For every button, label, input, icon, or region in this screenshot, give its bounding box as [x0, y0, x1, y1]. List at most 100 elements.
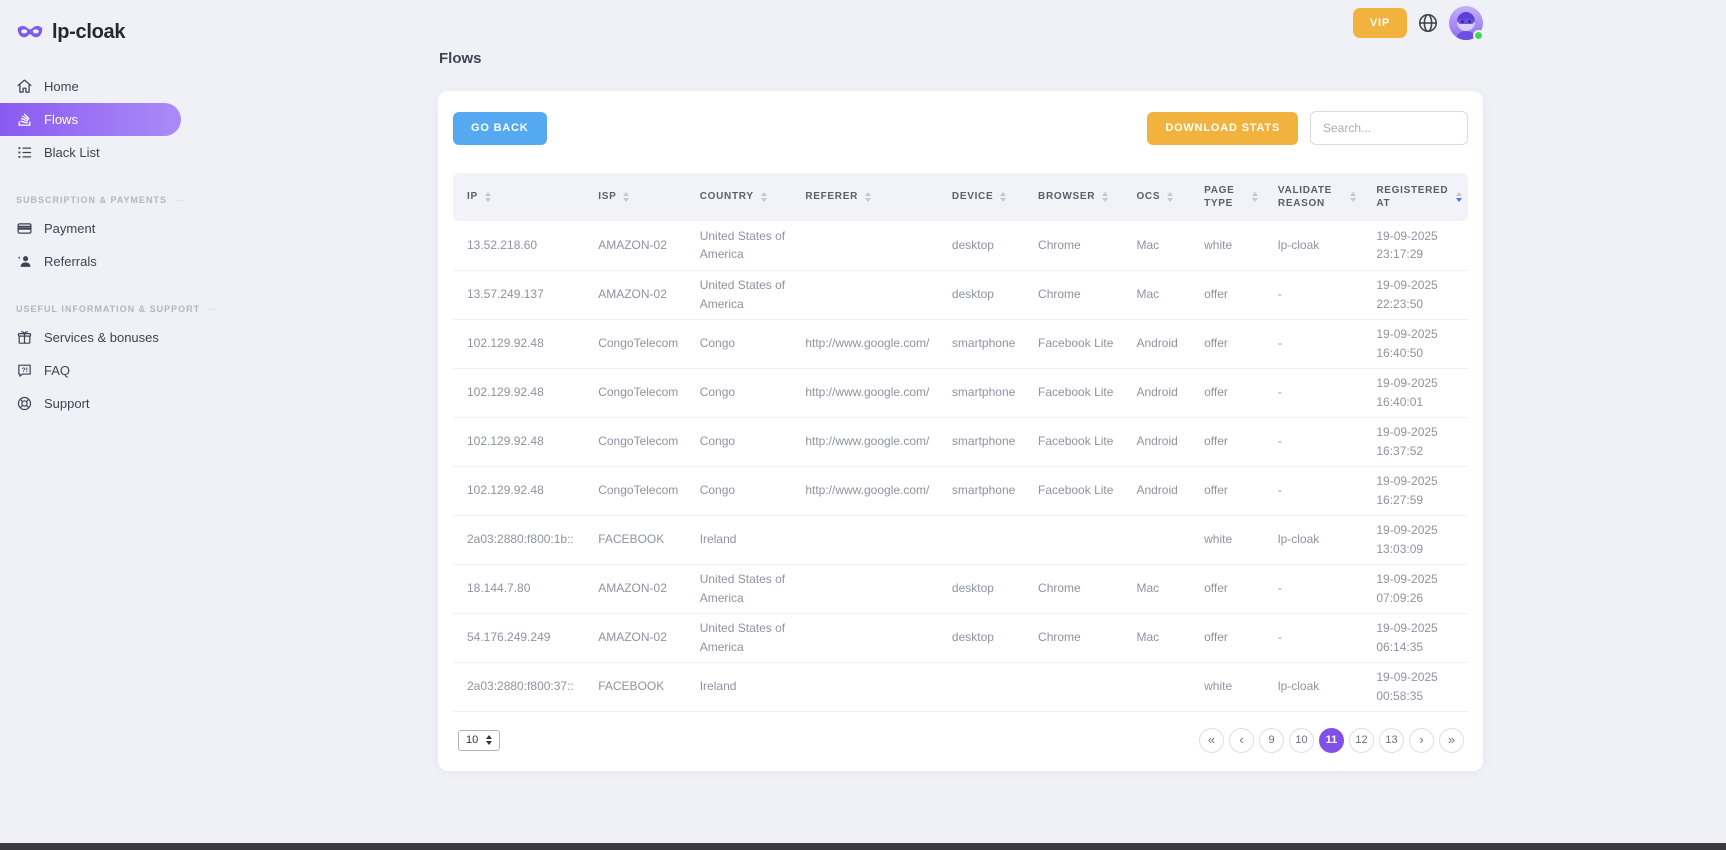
cell-ip: 13.52.218.60	[453, 221, 584, 270]
page-button-11[interactable]: 11	[1319, 728, 1344, 753]
vip-button[interactable]: VIP	[1353, 8, 1407, 38]
sort-icon[interactable]	[761, 192, 767, 202]
cell-validate-reason: -	[1264, 564, 1362, 613]
gift-icon	[16, 329, 33, 346]
table-row[interactable]: 102.129.92.48CongoTelecomCongohttp://www…	[453, 319, 1468, 368]
cell-registered-at: 19-09-2025 16:37:52	[1362, 417, 1468, 466]
cell-page-type: offer	[1190, 319, 1264, 368]
cell-ip: 102.129.92.48	[453, 319, 584, 368]
cell-page-type: white	[1190, 221, 1264, 270]
prev-page-button[interactable]: ‹	[1229, 728, 1254, 753]
svg-text:?!: ?!	[22, 367, 28, 374]
cell-device: desktop	[938, 221, 1024, 270]
table-row[interactable]: 13.57.249.137AMAZON-02United States of A…	[453, 270, 1468, 319]
go-back-button[interactable]: GO BACK	[453, 112, 547, 145]
sidebar-item-referrals[interactable]: Referrals	[0, 245, 181, 278]
sort-icon[interactable]	[1350, 192, 1356, 202]
cell-country: Congo	[686, 417, 792, 466]
column-header-referer[interactable]: REFERER	[791, 173, 938, 221]
cell-browser: Chrome	[1024, 613, 1122, 662]
cell-device: smartphone	[938, 466, 1024, 515]
sort-icon[interactable]	[1167, 192, 1173, 202]
cell-page-type: offer	[1190, 613, 1264, 662]
table-row[interactable]: 2a03:2880:f800:1b::FACEBOOKIrelandwhitel…	[453, 515, 1468, 564]
first-page-button[interactable]: «	[1199, 728, 1224, 753]
cell-referer	[791, 613, 938, 662]
cell-ip: 13.57.249.137	[453, 270, 584, 319]
sidebar-item-support[interactable]: Support	[0, 387, 181, 420]
cell-registered-at: 19-09-2025 22:23:50	[1362, 270, 1468, 319]
column-header-registered-at[interactable]: REGISTERED AT	[1362, 173, 1468, 221]
cell-isp: AMAZON-02	[584, 221, 686, 270]
table-row[interactable]: 54.176.249.249AMAZON-02United States of …	[453, 613, 1468, 662]
sort-icon[interactable]	[865, 192, 871, 202]
search-input[interactable]	[1310, 111, 1468, 145]
cell-ocs: Android	[1122, 368, 1190, 417]
table-header: IP ISP COUNTRY REFERER DEVICE	[453, 173, 1468, 221]
cell-ocs: Mac	[1122, 270, 1190, 319]
table-row[interactable]: 2a03:2880:f800:37::FACEBOOKIrelandwhitel…	[453, 662, 1468, 711]
next-page-button[interactable]: ›	[1409, 728, 1434, 753]
cell-isp: AMAZON-02	[584, 564, 686, 613]
cell-isp: AMAZON-02	[584, 270, 686, 319]
sort-icon[interactable]	[1102, 192, 1108, 202]
language-globe-icon[interactable]	[1417, 12, 1439, 34]
flows-icon	[16, 111, 33, 128]
table-row[interactable]: 102.129.92.48CongoTelecomCongohttp://www…	[453, 368, 1468, 417]
column-header-device[interactable]: DEVICE	[938, 173, 1024, 221]
column-header-page-type[interactable]: PAGE TYPE	[1190, 173, 1264, 221]
cell-browser: Facebook Lite	[1024, 417, 1122, 466]
column-header-ip[interactable]: IP	[453, 173, 584, 221]
page-size-select[interactable]: 10	[458, 730, 500, 751]
page-button-12[interactable]: 12	[1349, 728, 1374, 753]
cell-ip: 2a03:2880:f800:37::	[453, 662, 584, 711]
home-icon	[16, 78, 33, 95]
column-header-ocs[interactable]: OCS	[1122, 173, 1190, 221]
cell-ocs: Android	[1122, 466, 1190, 515]
table-row[interactable]: 102.129.92.48CongoTelecomCongohttp://www…	[453, 466, 1468, 515]
cell-registered-at: 19-09-2025 16:40:50	[1362, 319, 1468, 368]
table-row[interactable]: 18.144.7.80AMAZON-02United States of Ame…	[453, 564, 1468, 613]
brand[interactable]: lp-cloak	[0, 4, 181, 70]
last-page-button[interactable]: »	[1439, 728, 1464, 753]
referrals-icon	[16, 253, 33, 270]
user-avatar[interactable]	[1449, 6, 1483, 40]
sidebar-item-payment[interactable]: Payment	[0, 212, 181, 245]
sidebar-item-home[interactable]: Home	[0, 70, 181, 103]
column-header-browser[interactable]: BROWSER	[1024, 173, 1122, 221]
cell-validate-reason: -	[1264, 319, 1362, 368]
page-button-9[interactable]: 9	[1259, 728, 1284, 753]
page-button-10[interactable]: 10	[1289, 728, 1314, 753]
cell-ocs	[1122, 515, 1190, 564]
download-stats-button[interactable]: DOWNLOAD STATS	[1147, 112, 1298, 145]
cell-registered-at: 19-09-2025 23:17:29	[1362, 221, 1468, 270]
column-header-isp[interactable]: ISP	[584, 173, 686, 221]
cell-validate-reason: -	[1264, 270, 1362, 319]
sidebar-item-black-list[interactable]: Black List	[0, 136, 181, 169]
column-header-validate-reason[interactable]: VALIDATE REASON	[1264, 173, 1362, 221]
table-footer: 10 « ‹910111213› »	[453, 728, 1468, 753]
sidebar-item-flows[interactable]: Flows	[0, 103, 181, 136]
cell-isp: CongoTelecom	[584, 368, 686, 417]
cell-referer	[791, 662, 938, 711]
cell-ocs: Mac	[1122, 564, 1190, 613]
sidebar-item-faq[interactable]: ?! FAQ	[0, 354, 181, 387]
page-button-13[interactable]: 13	[1379, 728, 1404, 753]
sidebar-section-label: USEFUL INFORMATION & SUPPORT	[0, 304, 159, 314]
cell-referer	[791, 515, 938, 564]
sort-icon[interactable]	[485, 192, 491, 202]
sort-icon[interactable]	[1000, 192, 1006, 202]
column-header-country[interactable]: COUNTRY	[686, 173, 792, 221]
table-row[interactable]: 102.129.92.48CongoTelecomCongohttp://www…	[453, 417, 1468, 466]
sort-icon[interactable]	[623, 192, 629, 202]
cell-isp: AMAZON-02	[584, 613, 686, 662]
table-row[interactable]: 13.52.218.60AMAZON-02United States of Am…	[453, 221, 1468, 270]
sort-icon[interactable]	[1456, 192, 1462, 202]
cell-device	[938, 662, 1024, 711]
cell-registered-at: 19-09-2025 16:27:59	[1362, 466, 1468, 515]
sort-icon[interactable]	[1252, 192, 1258, 202]
cell-device: desktop	[938, 564, 1024, 613]
sidebar-item-services-bonuses[interactable]: Services & bonuses	[0, 321, 181, 354]
sidebar-nav: Home Flows Black List SUBSCRIPTION & PAY…	[0, 70, 181, 420]
cell-country: United States of America	[686, 613, 792, 662]
